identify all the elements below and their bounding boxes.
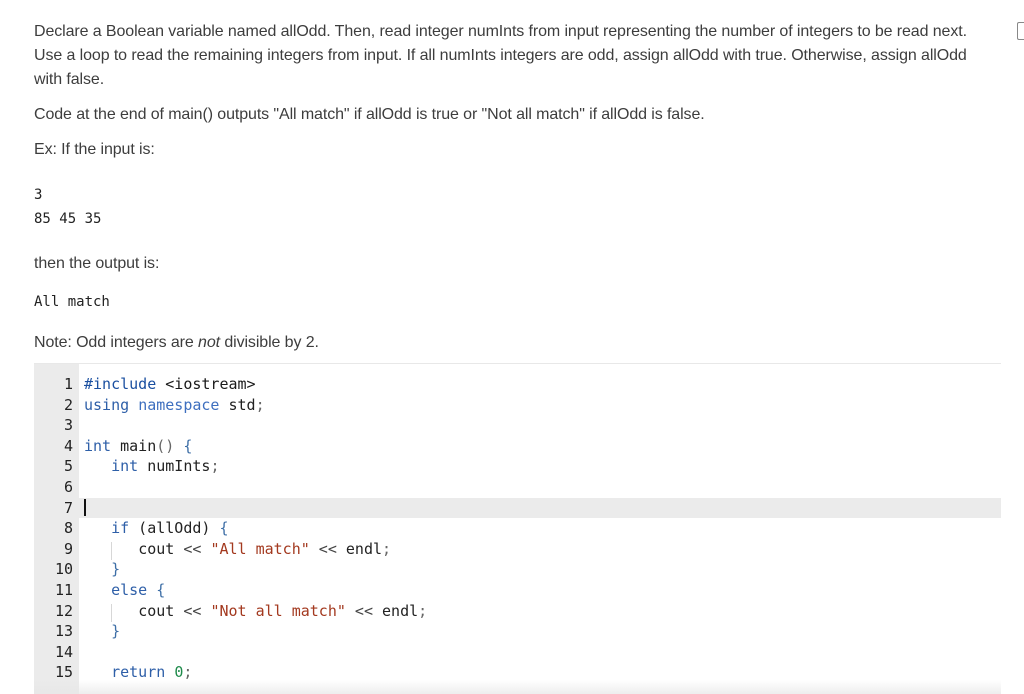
line-number: 1 (63, 375, 73, 393)
code-line[interactable]: 12 cout << "Not all match" << endl; (34, 601, 1001, 622)
code-line[interactable]: 13 } (34, 621, 1001, 642)
example-input-line: 85 45 35 (34, 211, 102, 227)
code-line[interactable]: 3 (34, 415, 1001, 436)
example-intro: Ex: If the input is: (34, 141, 155, 158)
code-line[interactable]: 6 (34, 477, 1001, 498)
code-line[interactable]: 2 using namespace std; (34, 395, 1001, 416)
text-cursor (84, 498, 86, 516)
code-line[interactable]: 4 int main() { (34, 436, 1001, 457)
line-number: 2 (63, 395, 73, 414)
example-input-line: 3 (34, 187, 43, 203)
line-number: 10 (54, 560, 73, 579)
code-line[interactable]: 14 (34, 642, 1001, 663)
line-number: 3 (63, 416, 73, 435)
indent-guide (111, 542, 112, 560)
code-line[interactable]: 1 #include <iostream> (34, 374, 1001, 395)
line-number: 6 (63, 478, 73, 496)
line-number: 8 (63, 519, 73, 538)
example-output-line: All match (34, 294, 110, 310)
line-number: 9 (63, 539, 73, 558)
active-code-line[interactable]: 7 (34, 497, 1001, 519)
example-output: All match (34, 290, 994, 314)
code-line[interactable]: 9 cout << "All match" << endl; (34, 539, 1001, 560)
editor-bottom-fade (34, 680, 1001, 694)
example-input: 3 85 45 35 (34, 183, 994, 231)
note: Note: Odd integers are not divisible by … (34, 334, 319, 351)
line-number: 5 (63, 457, 73, 476)
code-line[interactable]: 5 int numInts; (34, 456, 1001, 477)
line-number: 13 (54, 622, 73, 641)
code-editor[interactable]: 1 #include <iostream> 2 using namespace … (34, 363, 1001, 694)
indent-guide (111, 604, 112, 622)
line-number: 4 (63, 436, 73, 455)
instructions-paragraph: Declare a Boolean variable named allOdd.… (34, 23, 967, 88)
line-number: 12 (54, 601, 73, 620)
line-number: 14 (54, 642, 73, 661)
output-intro: then the output is: (34, 255, 160, 272)
line-number: 7 (63, 498, 73, 517)
panel-edge-handle (1017, 22, 1024, 40)
note-emphasis: not (198, 334, 220, 351)
code-line[interactable]: 8 if (allOdd) { (34, 518, 1001, 539)
problem-statement: Declare a Boolean variable named allOdd.… (34, 20, 994, 366)
code-line[interactable]: 10 } (34, 559, 1001, 580)
line-number: 11 (54, 581, 73, 599)
output-description: Code at the end of main() outputs "All m… (34, 106, 705, 123)
code-line[interactable]: 11 else { (34, 580, 1001, 601)
